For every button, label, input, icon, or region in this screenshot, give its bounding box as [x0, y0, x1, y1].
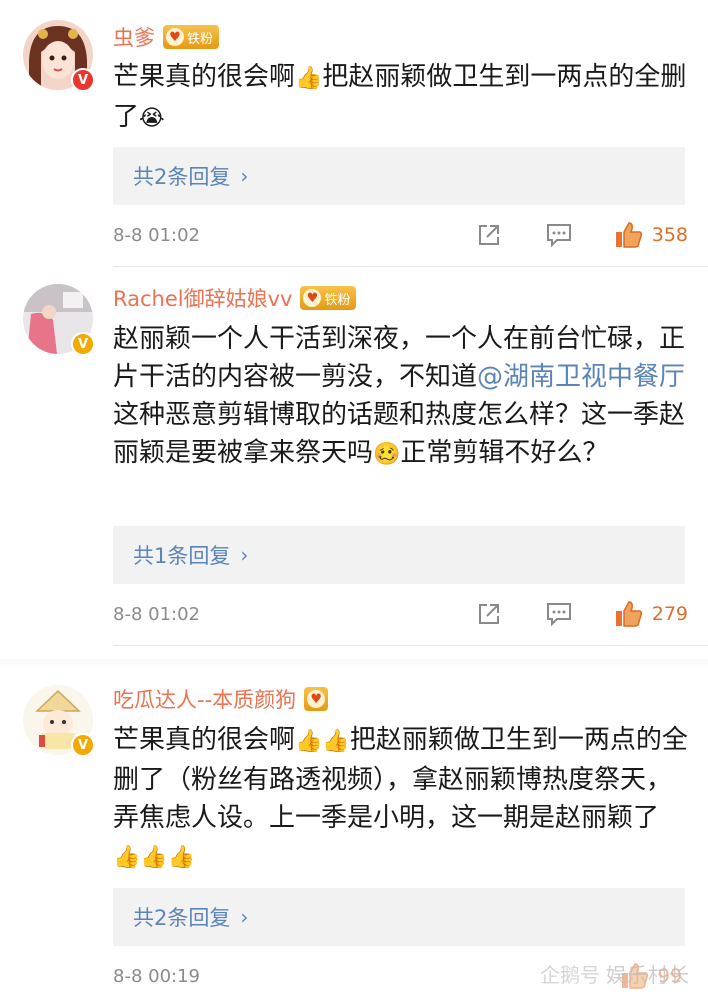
image-seam: [0, 659, 708, 671]
chevron-right-icon: ›: [240, 164, 249, 188]
thumbs-up-icon[interactable]: [614, 220, 644, 250]
fan-badge: ♥: [304, 687, 329, 711]
thumbs-up-emoji: 👍👍: [295, 729, 350, 754]
watermark-logo: 企鹅号: [540, 963, 600, 987]
watermark: 企鹅号 娱乐村长: [540, 959, 690, 988]
thumbs-up-emoji: 👍👍👍: [113, 845, 196, 870]
chevron-right-icon: ›: [240, 905, 249, 929]
share-icon[interactable]: [474, 220, 504, 250]
fan-badge: ♥ 铁粉: [163, 25, 220, 49]
username[interactable]: 吃瓜达人--本质颜狗: [113, 684, 296, 714]
comment-icon[interactable]: [544, 220, 574, 250]
divider: [113, 266, 708, 267]
reply-count-button[interactable]: 共2条回复 ›: [113, 147, 685, 205]
watermark-text: 娱乐村长: [606, 963, 690, 987]
avatar[interactable]: V: [23, 685, 95, 757]
heart-icon: ♥: [303, 289, 322, 307]
reply-count-button[interactable]: 共1条回复 ›: [113, 526, 685, 584]
chevron-right-icon: ›: [240, 543, 249, 567]
share-icon[interactable]: [474, 599, 504, 629]
like-count: 358: [651, 224, 688, 246]
thumbs-up-emoji: 👍: [295, 66, 323, 91]
reply-count-button[interactable]: 共2条回复 ›: [113, 888, 685, 946]
thumbs-up-icon[interactable]: [614, 599, 644, 629]
crying-emoji: 😭: [139, 106, 165, 131]
verified-icon: V: [71, 733, 95, 757]
timestamp: 8-8 01:02: [113, 224, 200, 246]
username[interactable]: Rachel御辞姑娘vv: [113, 283, 292, 313]
divider: [113, 645, 708, 646]
fan-badge: ♥ 铁粉: [300, 286, 357, 310]
like-count: 279: [651, 603, 688, 625]
avatar[interactable]: V: [23, 284, 95, 356]
comment-text: 芒果真的很会啊👍👍把赵丽颖做卫生到一两点的全删了（粉丝有路透视频），拿赵丽颖博热…: [113, 721, 688, 877]
heart-icon: ♥: [166, 28, 184, 46]
heart-icon: ♥: [307, 690, 326, 708]
mention-link[interactable]: @湖南卫视中餐厅: [477, 362, 685, 392]
timestamp: 8-8 00:19: [113, 965, 200, 987]
avatar[interactable]: V: [23, 20, 95, 92]
comment-icon[interactable]: [544, 599, 574, 629]
comment-text: 芒果真的很会啊👍把赵丽颖做卫生到一两点的全删了😭: [113, 58, 688, 138]
timestamp: 8-8 01:02: [113, 603, 200, 625]
username[interactable]: 虫爹: [113, 22, 155, 52]
verified-icon: V: [71, 332, 95, 356]
verified-icon: V: [71, 68, 95, 92]
comment-text: 赵丽颖一个人干活到深夜，一个人在前台忙碌，正片干活的内容被一剪没，不知道@湖南卫…: [113, 320, 688, 474]
dizzy-emoji: 🥴: [373, 442, 401, 467]
